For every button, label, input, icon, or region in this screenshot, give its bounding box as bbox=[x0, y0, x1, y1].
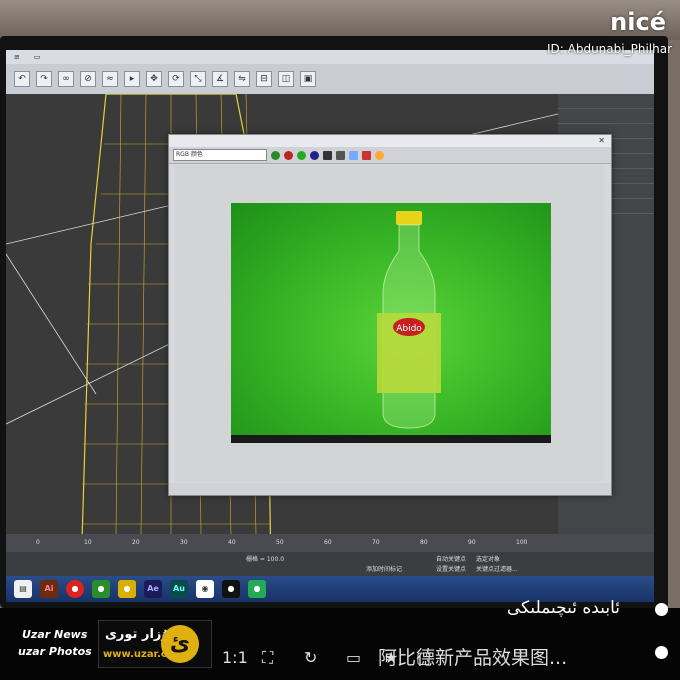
zoom-level[interactable]: 1:1 bbox=[222, 648, 248, 667]
timeline-tick: 30 bbox=[180, 539, 188, 546]
redo-icon[interactable]: ↷ bbox=[36, 71, 52, 87]
select-icon[interactable]: ▸ bbox=[124, 71, 140, 87]
green-channel-icon[interactable] bbox=[284, 150, 293, 160]
unlink-icon[interactable]: ⊘ bbox=[80, 71, 96, 87]
selected-dropdown[interactable]: 选定对象 bbox=[476, 554, 500, 563]
timeline-tick: 100 bbox=[516, 539, 528, 546]
chrome-icon[interactable]: ● bbox=[66, 580, 84, 598]
fit-screen-icon[interactable]: ⛶ bbox=[262, 648, 273, 668]
render-window-titlebar: ✕ bbox=[169, 135, 611, 147]
clone-icon[interactable] bbox=[349, 150, 358, 160]
favorite-icon[interactable]: ★ bbox=[384, 648, 398, 667]
render-floor bbox=[231, 435, 551, 443]
render-setup-icon[interactable]: ◫ bbox=[278, 71, 294, 87]
app-icon[interactable]: ● bbox=[248, 580, 266, 598]
rotate-icon[interactable]: ↻ bbox=[304, 648, 317, 667]
bullet-dot bbox=[655, 603, 668, 616]
render-canvas: Abido bbox=[175, 165, 605, 481]
timeline-tick: 90 bbox=[468, 539, 476, 546]
rendered-image: Abido bbox=[231, 203, 551, 443]
nice-watermark: nicé bbox=[610, 8, 666, 36]
bottle-label-brand: Abido bbox=[396, 324, 422, 334]
cmd-row[interactable] bbox=[558, 109, 654, 124]
author-id: ID: Abdunabi_Philhar bbox=[547, 42, 672, 56]
timeline-tick: 60 bbox=[324, 539, 332, 546]
rotate-icon[interactable]: ⟳ bbox=[168, 71, 184, 87]
save-icon[interactable] bbox=[323, 150, 332, 160]
mirror-icon[interactable]: ⇋ bbox=[234, 71, 250, 87]
monitor-screen: ≡ ▭ ↶ ↷ ∞ ⊘ ≈ ▸ ✥ ⟳ ⤡ ∡ ⇋ ⊟ ◫ ▣ 0 10 20 … bbox=[6, 50, 654, 602]
undo-icon[interactable]: ↶ bbox=[14, 71, 30, 87]
scale-icon[interactable]: ⤡ bbox=[190, 71, 206, 87]
snap-icon[interactable]: ∡ bbox=[212, 71, 228, 87]
menu-item[interactable]: ▭ bbox=[34, 53, 41, 61]
timeline-tick: 80 bbox=[420, 539, 428, 546]
copy-icon[interactable] bbox=[336, 150, 345, 160]
save-icon[interactable]: ▭ bbox=[346, 648, 361, 667]
render-again-icon[interactable] bbox=[375, 150, 384, 160]
rendered-frame-window: ✕ RGB 颜色 Abido bbox=[168, 134, 612, 496]
menu-item[interactable]: ≡ bbox=[14, 53, 20, 61]
illustrator-icon[interactable]: Ai bbox=[40, 580, 58, 598]
red-channel-icon[interactable] bbox=[271, 150, 280, 160]
channel-select[interactable]: RGB 颜色 bbox=[173, 149, 267, 161]
app-icon[interactable]: ● bbox=[118, 580, 136, 598]
brand-uzar-news: Uzar News bbox=[22, 628, 88, 641]
qq-icon[interactable]: ● bbox=[222, 580, 240, 598]
render-bottom-bar bbox=[169, 483, 611, 495]
caption-uyghur: ئابىدە ئىچىملىكى bbox=[506, 598, 620, 618]
timeline-tick: 70 bbox=[372, 539, 380, 546]
uzar-logo: ئۇزار تورى www.uzar.cn ئ bbox=[98, 620, 212, 668]
app-icon[interactable]: ● bbox=[92, 580, 110, 598]
cmd-row[interactable] bbox=[558, 94, 654, 109]
render-toolbar: RGB 颜色 bbox=[169, 147, 611, 164]
window-icon[interactable]: ▢ bbox=[416, 648, 431, 667]
timeline-tick: 10 bbox=[84, 539, 92, 546]
timeline-tick: 40 bbox=[228, 539, 236, 546]
bullet-dot bbox=[655, 646, 668, 659]
set-key-button[interactable]: 设置关键点 bbox=[436, 564, 466, 573]
brand-uzar-photos: uzar Photos bbox=[18, 645, 92, 658]
file-explorer-icon[interactable]: ▤ bbox=[14, 580, 32, 598]
move-icon[interactable]: ✥ bbox=[146, 71, 162, 87]
timeline-tick: 50 bbox=[276, 539, 284, 546]
bottle-render: Abido bbox=[377, 211, 441, 429]
timeline-tick: 20 bbox=[132, 539, 140, 546]
after-effects-icon[interactable]: Ae bbox=[144, 580, 162, 598]
app-icon[interactable]: ◉ bbox=[196, 580, 214, 598]
align-icon[interactable]: ⊟ bbox=[256, 71, 272, 87]
close-icon[interactable]: ✕ bbox=[598, 135, 605, 147]
main-toolbar: ↶ ↷ ∞ ⊘ ≈ ▸ ✥ ⟳ ⤡ ∡ ⇋ ⊟ ◫ ▣ bbox=[6, 64, 654, 94]
add-time-tag[interactable]: 添加时间标记 bbox=[366, 564, 402, 573]
bind-icon[interactable]: ≈ bbox=[102, 71, 118, 87]
wall-background bbox=[0, 0, 680, 40]
auto-key-button[interactable]: 自动关键点 bbox=[436, 554, 466, 563]
timeline-tick: 0 bbox=[36, 539, 40, 546]
link-icon[interactable]: ∞ bbox=[58, 71, 74, 87]
logo-emblem: ئ bbox=[161, 625, 199, 663]
render-icon[interactable]: ▣ bbox=[300, 71, 316, 87]
caption-chinese: 阿比德新产品效果图... bbox=[378, 647, 568, 669]
time-slider[interactable]: 0 10 20 30 40 50 60 70 80 90 100 bbox=[6, 534, 654, 552]
clear-icon[interactable] bbox=[362, 150, 371, 160]
key-filter-button[interactable]: 关键点过滤器... bbox=[476, 564, 518, 573]
blue-channel-icon[interactable] bbox=[297, 150, 306, 160]
alpha-channel-icon[interactable] bbox=[310, 150, 319, 160]
grid-scale-label: 栅格 = 100.0 bbox=[246, 556, 285, 563]
audition-icon[interactable]: Au bbox=[170, 580, 188, 598]
status-bar: 栅格 = 100.0 添加时间标记 自动关键点 选定对象 设置关键点 关键点过滤… bbox=[6, 552, 654, 576]
